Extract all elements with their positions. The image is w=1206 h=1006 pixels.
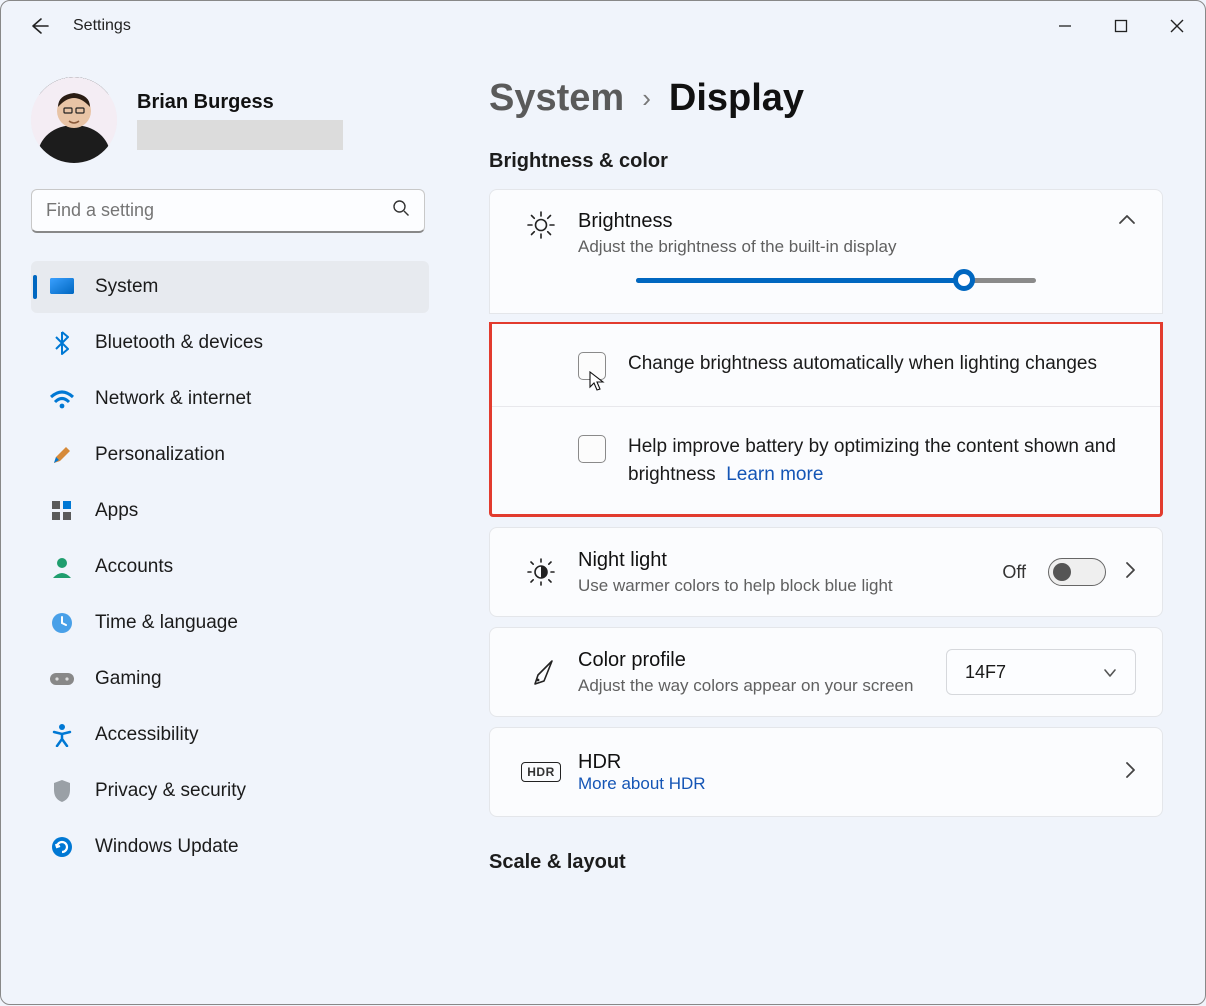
color-profile-card: Color profile Adjust the way colors appe… bbox=[489, 627, 1163, 717]
bluetooth-icon bbox=[49, 330, 75, 356]
update-icon bbox=[49, 834, 75, 860]
sidebar-item-label: Time & language bbox=[95, 612, 238, 634]
auto-brightness-row: Change brightness automatically when lig… bbox=[492, 324, 1160, 406]
chevron-down-icon bbox=[1103, 662, 1117, 683]
sidebar-item-windows-update[interactable]: Windows Update bbox=[31, 821, 429, 873]
sidebar-item-network[interactable]: Network & internet bbox=[31, 373, 429, 425]
sidebar-item-gaming[interactable]: Gaming bbox=[31, 653, 429, 705]
sidebar-item-label: Privacy & security bbox=[95, 780, 246, 802]
sidebar-item-label: Personalization bbox=[95, 444, 225, 466]
user-block[interactable]: Brian Burgess bbox=[31, 77, 407, 163]
user-name: Brian Burgess bbox=[137, 91, 343, 114]
accounts-icon bbox=[49, 554, 75, 580]
chevron-right-icon[interactable] bbox=[1124, 561, 1136, 584]
cursor-icon bbox=[589, 371, 607, 393]
sidebar-item-label: Bluetooth & devices bbox=[95, 332, 263, 354]
section-scale-layout: Scale & layout bbox=[489, 851, 1163, 874]
chevron-right-icon[interactable] bbox=[1124, 761, 1136, 784]
color-profile-icon bbox=[504, 657, 578, 687]
apps-icon bbox=[49, 498, 75, 524]
sidebar-item-label: Accounts bbox=[95, 556, 173, 578]
sidebar-item-label: Windows Update bbox=[95, 836, 239, 858]
chevron-up-icon[interactable] bbox=[1118, 210, 1136, 231]
minimize-button[interactable] bbox=[1037, 4, 1093, 48]
night-light-state: Off bbox=[1002, 562, 1026, 583]
sidebar-item-apps[interactable]: Apps bbox=[31, 485, 429, 537]
night-light-icon bbox=[504, 557, 578, 587]
close-button[interactable] bbox=[1149, 4, 1205, 48]
avatar bbox=[31, 77, 117, 163]
sidebar-item-accounts[interactable]: Accounts bbox=[31, 541, 429, 593]
battery-optimize-checkbox[interactable] bbox=[578, 435, 606, 463]
sidebar-item-label: Accessibility bbox=[95, 724, 198, 746]
color-profile-desc: Adjust the way colors appear on your scr… bbox=[578, 676, 918, 696]
breadcrumb-parent[interactable]: System bbox=[489, 77, 624, 120]
hdr-icon: HDR bbox=[504, 762, 578, 782]
breadcrumb-current: Display bbox=[669, 77, 804, 120]
system-icon bbox=[49, 274, 75, 300]
sidebar-item-bluetooth[interactable]: Bluetooth & devices bbox=[31, 317, 429, 369]
time-icon bbox=[49, 610, 75, 636]
nav-list: System Bluetooth & devices Network & int… bbox=[31, 261, 429, 873]
sidebar-item-label: System bbox=[95, 276, 158, 298]
network-icon bbox=[49, 386, 75, 412]
user-email-redacted bbox=[137, 120, 343, 150]
search-input[interactable] bbox=[46, 200, 392, 221]
auto-brightness-label: Change brightness automatically when lig… bbox=[628, 350, 1097, 378]
sidebar-item-accessibility[interactable]: Accessibility bbox=[31, 709, 429, 761]
search-icon bbox=[392, 199, 410, 222]
privacy-icon bbox=[49, 778, 75, 804]
maximize-button[interactable] bbox=[1093, 4, 1149, 48]
breadcrumb: System › Display bbox=[489, 77, 1163, 120]
battery-optimize-row: Help improve battery by optimizing the c… bbox=[492, 406, 1160, 514]
brightness-card: Brightness Adjust the brightness of the … bbox=[489, 189, 1163, 314]
brightness-title: Brightness bbox=[578, 210, 1118, 233]
sidebar-item-personalization[interactable]: Personalization bbox=[31, 429, 429, 481]
brightness-desc: Adjust the brightness of the built-in di… bbox=[578, 237, 1118, 257]
section-brightness-color: Brightness & color bbox=[489, 150, 1163, 173]
auto-brightness-checkbox[interactable] bbox=[578, 352, 606, 380]
night-light-title: Night light bbox=[578, 549, 1002, 572]
brightness-expanded-panel: Change brightness automatically when lig… bbox=[489, 322, 1163, 517]
night-light-desc: Use warmer colors to help block blue lig… bbox=[578, 576, 918, 596]
hdr-title: HDR bbox=[578, 751, 1124, 774]
sidebar-item-label: Gaming bbox=[95, 668, 162, 690]
sidebar-item-label: Network & internet bbox=[95, 388, 251, 410]
learn-more-link[interactable]: Learn more bbox=[726, 464, 823, 485]
gaming-icon bbox=[49, 666, 75, 692]
color-profile-value: 14F7 bbox=[965, 662, 1006, 683]
brightness-icon bbox=[504, 210, 578, 240]
brightness-row[interactable]: Brightness Adjust the brightness of the … bbox=[490, 190, 1162, 313]
content: System › Display Brightness & color Brig… bbox=[431, 51, 1205, 1006]
sidebar-item-system[interactable]: System bbox=[31, 261, 429, 313]
window-controls bbox=[1037, 4, 1205, 48]
chevron-right-icon: › bbox=[642, 83, 651, 114]
night-light-card[interactable]: Night light Use warmer colors to help bl… bbox=[489, 527, 1163, 617]
search-box[interactable] bbox=[31, 189, 425, 233]
hdr-card[interactable]: HDR HDR More about HDR bbox=[489, 727, 1163, 817]
titlebar: Settings bbox=[1, 1, 1205, 51]
night-light-toggle[interactable] bbox=[1048, 558, 1106, 586]
brightness-slider[interactable] bbox=[636, 263, 1036, 297]
sidebar-item-label: Apps bbox=[95, 500, 138, 522]
personalization-icon bbox=[49, 442, 75, 468]
back-button[interactable] bbox=[19, 6, 59, 46]
hdr-more-link[interactable]: More about HDR bbox=[578, 774, 1124, 794]
sidebar: Brian Burgess System Bluetooth & devi bbox=[1, 51, 431, 1006]
accessibility-icon bbox=[49, 722, 75, 748]
color-profile-select[interactable]: 14F7 bbox=[946, 649, 1136, 695]
battery-optimize-label: Help improve battery by optimizing the c… bbox=[628, 433, 1130, 488]
color-profile-title: Color profile bbox=[578, 649, 946, 672]
sidebar-item-privacy[interactable]: Privacy & security bbox=[31, 765, 429, 817]
window-title: Settings bbox=[73, 17, 131, 35]
sidebar-item-time-language[interactable]: Time & language bbox=[31, 597, 429, 649]
